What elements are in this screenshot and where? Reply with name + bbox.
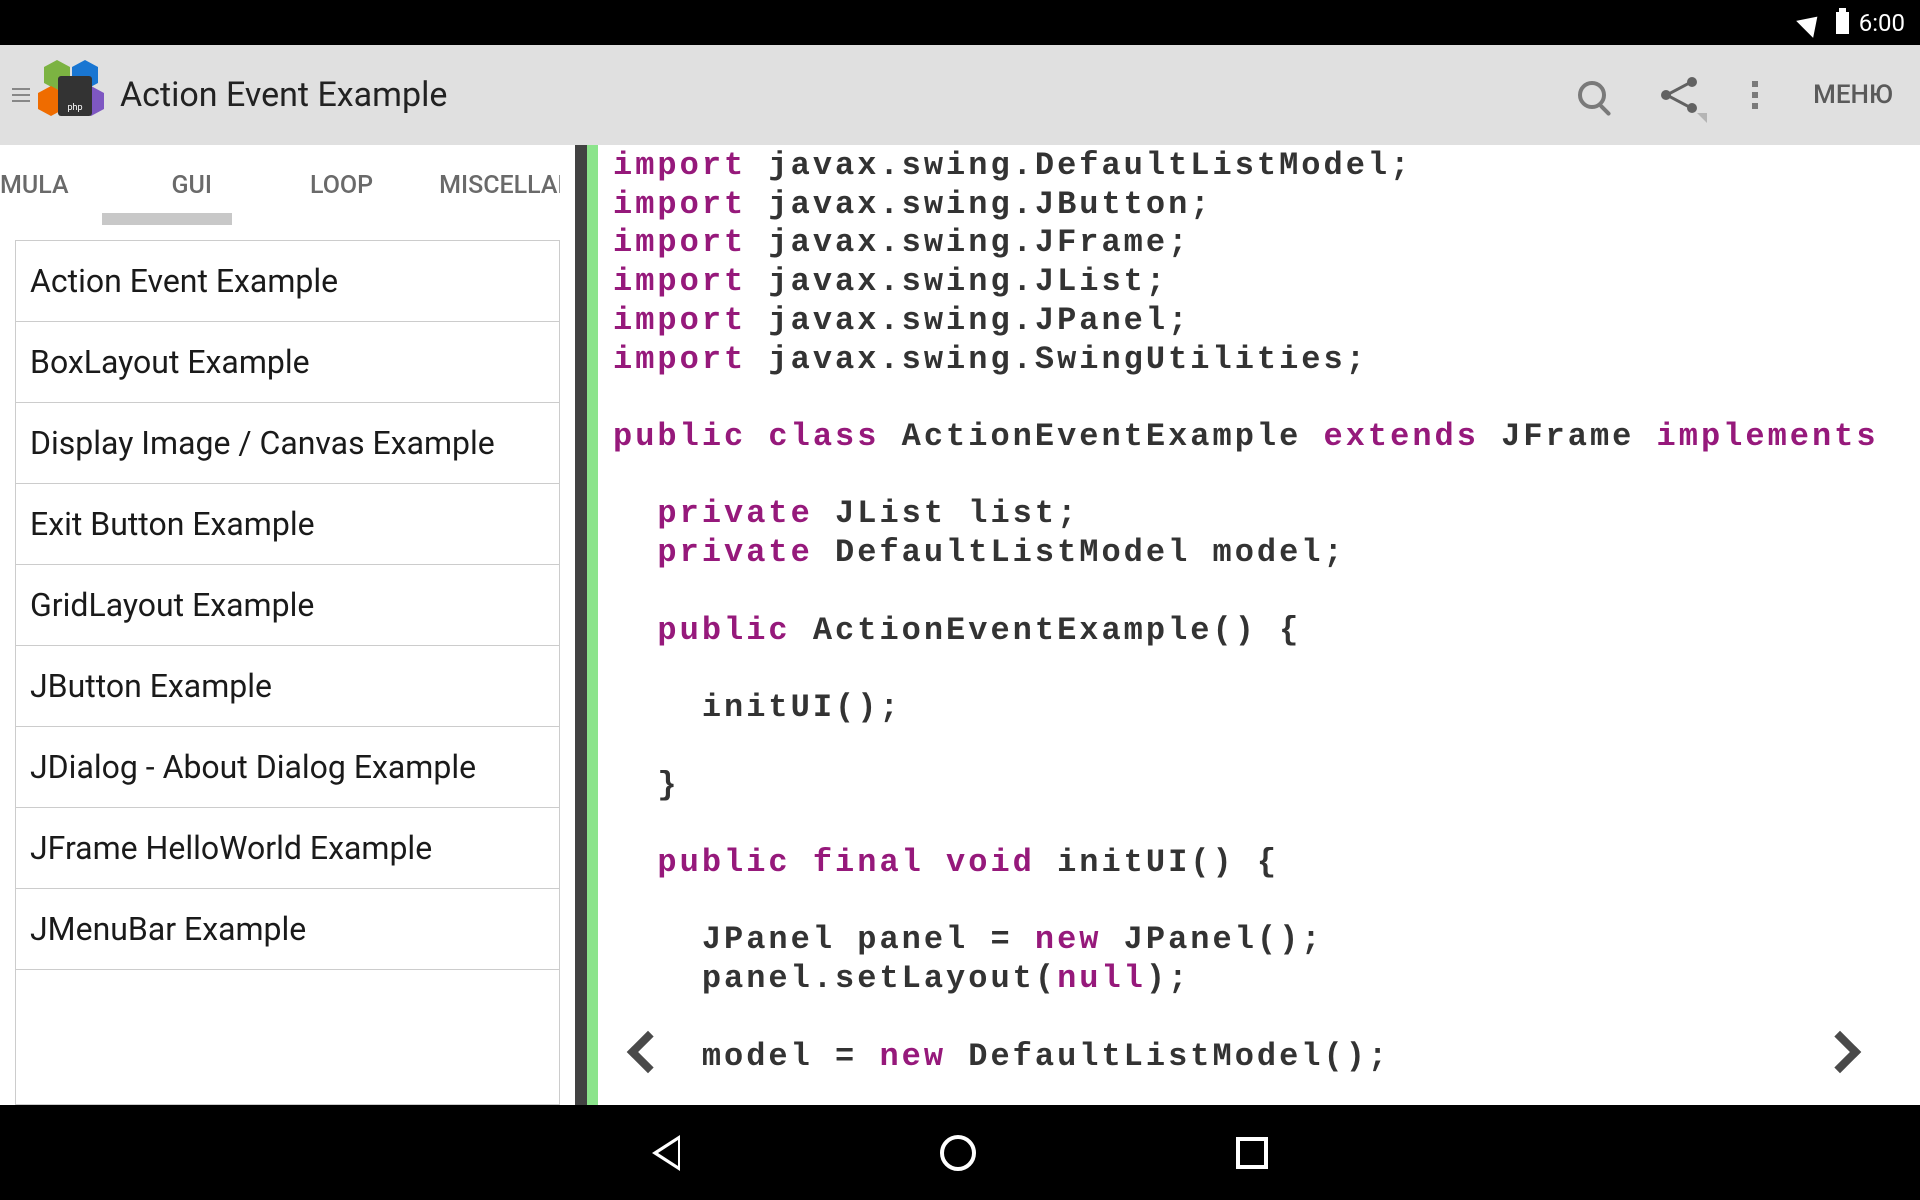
tab-gui[interactable]: GUI	[87, 171, 262, 200]
battery-icon	[1836, 12, 1849, 34]
nav-back-icon[interactable]	[652, 1135, 680, 1171]
list-item[interactable]: Exit Button Example	[16, 484, 559, 565]
overflow-menu-icon[interactable]	[1752, 81, 1758, 109]
tab-indicator	[102, 213, 232, 225]
list-item[interactable]: Display Image / Canvas Example	[16, 403, 559, 484]
list-item[interactable]: JButton Example	[16, 646, 559, 727]
page-title: Action Event Example	[120, 75, 1578, 115]
sidebar: MULA GUI LOOP MISCELLAN Action Event Exa…	[0, 145, 575, 1105]
share-icon[interactable]	[1661, 77, 1697, 113]
tab-loop[interactable]: LOOP	[262, 171, 421, 200]
list-item[interactable]: GridLayout Example	[16, 565, 559, 646]
list-item[interactable]: Action Event Example	[16, 241, 559, 322]
android-nav-bar	[0, 1105, 1920, 1200]
app-logo-icon	[38, 60, 108, 130]
code-gutter	[587, 145, 598, 1105]
wifi-icon	[1796, 8, 1826, 38]
sidebar-list[interactable]: Action Event Example BoxLayout Example D…	[15, 240, 560, 1105]
status-time: 6:00	[1859, 9, 1905, 37]
search-icon[interactable]	[1578, 81, 1606, 109]
list-item[interactable]: JFrame HelloWorld Example	[16, 808, 559, 889]
toolbar-actions: МЕНЮ	[1578, 77, 1908, 113]
status-bar: 6:00	[0, 0, 1920, 45]
tab-miscellan[interactable]: MISCELLAN	[421, 171, 560, 200]
code-viewer[interactable]: import javax.swing.DefaultListModel; imp…	[598, 145, 1920, 1105]
menu-button[interactable]: МЕНЮ	[1813, 80, 1893, 110]
list-item[interactable]: BoxLayout Example	[16, 322, 559, 403]
tabs-bar[interactable]: MULA GUI LOOP MISCELLAN	[0, 145, 560, 225]
list-item[interactable]: JDialog - About Dialog Example	[16, 727, 559, 808]
list-item[interactable]: JMenuBar Example	[16, 889, 559, 970]
app-toolbar: Action Event Example МЕНЮ	[0, 45, 1920, 145]
nav-recents-icon[interactable]	[1236, 1137, 1268, 1169]
hamburger-icon[interactable]	[12, 88, 30, 102]
tab-mula[interactable]: MULA	[0, 171, 87, 200]
nav-home-icon[interactable]	[940, 1135, 976, 1171]
vertical-scrollbar[interactable]	[575, 145, 587, 1105]
main-content: MULA GUI LOOP MISCELLAN Action Event Exa…	[0, 145, 1920, 1105]
